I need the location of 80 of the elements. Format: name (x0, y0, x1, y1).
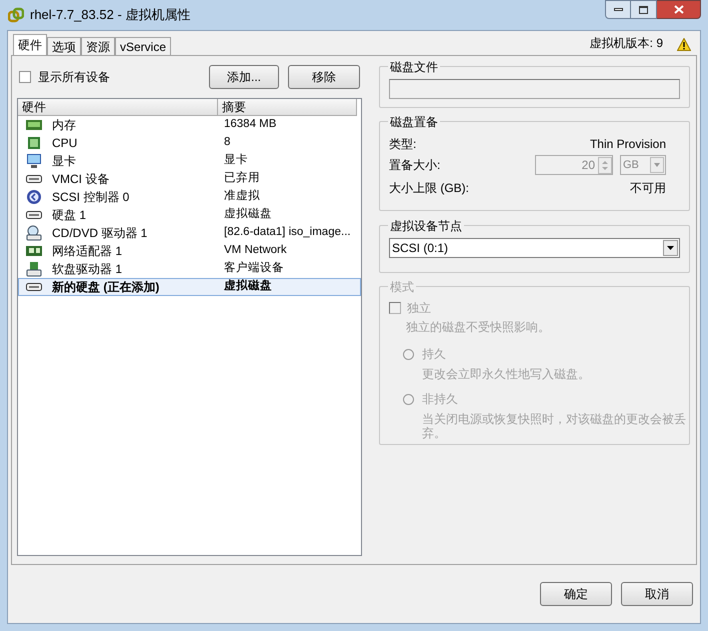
hardware-summary: 已弃用 (224, 170, 260, 186)
hardware-row[interactable]: 硬盘 1 虚拟磁盘 (18, 206, 361, 224)
hardware-name: 软盘驱动器 1 (52, 261, 122, 278)
chip-icon (27, 136, 41, 150)
checkbox-label: 显示所有设备 (38, 69, 110, 86)
hardware-row[interactable]: 软盘驱动器 1 客户端设备 (18, 260, 361, 278)
hardware-row[interactable]: CD/DVD 驱动器 1 [82.6-data1] iso_image... (18, 224, 361, 242)
hardware-name: CD/DVD 驱动器 1 (52, 225, 148, 242)
hardware-summary: 虚拟磁盘 (224, 278, 272, 294)
hardware-name: 硬盘 1 (52, 207, 86, 224)
device-node-dropdown[interactable]: SCSI (0:1) (389, 238, 680, 258)
floppy-drive-icon (26, 261, 42, 277)
chain-link-icon (8, 7, 24, 23)
hardware-summary: [82.6-data1] iso_image... (224, 225, 351, 240)
minimize-button[interactable] (605, 0, 631, 19)
hardware-summary: 客户端设备 (224, 260, 284, 276)
dialog-button[interactable]: 添加... (209, 65, 279, 89)
tab[interactable]: 资源 (81, 37, 115, 55)
tab[interactable]: vService (115, 37, 172, 55)
hardware-name: 网络适配器 1 (52, 243, 122, 260)
column-header[interactable]: 硬件 (18, 99, 218, 116)
hardware-row[interactable]: 内存 16384 MB (18, 116, 361, 134)
hardware-name: SCSI 控制器 0 (52, 189, 130, 206)
description-text: 独立的磁盘不受快照影响。 (406, 319, 551, 336)
window-title: rhel-7.7_83.52 - 虚拟机属性 (30, 6, 190, 24)
field-value: 不可用 (630, 180, 666, 197)
hardware-summary: 16384 MB (224, 117, 276, 132)
maximize-button[interactable] (631, 0, 657, 19)
drive-icon (26, 282, 42, 292)
close-icon (674, 5, 684, 14)
tab[interactable]: 硬件 (13, 34, 47, 55)
vm-version-label: 虚拟机版本: 9 (590, 35, 663, 52)
description-text: 更改会立即永久性地写入磁盘。 (422, 367, 591, 381)
close-button[interactable] (657, 0, 701, 19)
network-card-icon (26, 245, 42, 257)
hardware-name: 显卡 (52, 153, 76, 170)
caret-icon (650, 157, 664, 173)
memory-chip-icon (26, 119, 42, 131)
hardware-name: VMCI 设备 (52, 171, 110, 188)
hardware-summary: VM Network (224, 243, 287, 258)
cd-drive-icon (26, 225, 42, 241)
tab[interactable]: 选项 (47, 37, 81, 55)
hardware-row[interactable]: CPU 8 (18, 134, 361, 152)
field-label: 大小上限 (GB): (389, 180, 469, 197)
hardware-name: 内存 (52, 117, 76, 134)
description-text: 当关闭电源或恢复快照时，对该磁盘的更改会被丢弃。 (422, 412, 687, 440)
group-title: 虚拟设备节点 (388, 217, 464, 235)
hardware-summary: 显卡 (224, 152, 248, 168)
radio-label: 非持久 (422, 391, 458, 408)
radio-label: 持久 (422, 346, 446, 363)
group-title: 磁盘文件 (388, 58, 440, 76)
spinner-arrows-icon (598, 156, 612, 174)
hardware-summary: 准虚拟 (224, 188, 260, 204)
monitor-icon (26, 153, 42, 169)
hardware-row[interactable]: VMCI 设备 已弃用 (18, 170, 361, 188)
dialog-button[interactable]: 确定 (540, 582, 612, 606)
checkbox[interactable] (19, 71, 31, 83)
dropdown-value: SCSI (0:1) (392, 240, 448, 257)
hardware-row[interactable]: 网络适配器 1 VM Network (18, 242, 361, 260)
field-label: 置备大小: (389, 157, 440, 174)
dropdown-value: GB (623, 158, 639, 173)
dialog-button[interactable]: 取消 (621, 582, 693, 606)
checkbox-label: 独立 (407, 300, 431, 317)
field-label: 类型: (389, 136, 416, 153)
field-value: Thin Provision (590, 136, 666, 153)
spinner-value: 20 (582, 157, 595, 174)
hardware-name: CPU (52, 135, 78, 152)
hardware-name: 新的硬盘 (正在添加) (52, 279, 160, 296)
caret-icon (663, 240, 678, 256)
drive-icon (26, 174, 42, 184)
drive-icon (26, 210, 42, 220)
dialog-button[interactable]: 移除 (288, 65, 360, 89)
hardware-row[interactable]: 新的硬盘 (正在添加) 虚拟磁盘 (18, 278, 361, 296)
hardware-row[interactable]: SCSI 控制器 0 准虚拟 (18, 188, 361, 206)
warning-icon (677, 38, 691, 51)
hardware-summary: 8 (224, 135, 230, 150)
hardware-row[interactable]: 显卡 显卡 (18, 152, 361, 170)
hardware-summary: 虚拟磁盘 (224, 206, 272, 222)
disk-file-field[interactable] (389, 79, 680, 99)
column-header[interactable]: 摘要 (218, 99, 357, 116)
